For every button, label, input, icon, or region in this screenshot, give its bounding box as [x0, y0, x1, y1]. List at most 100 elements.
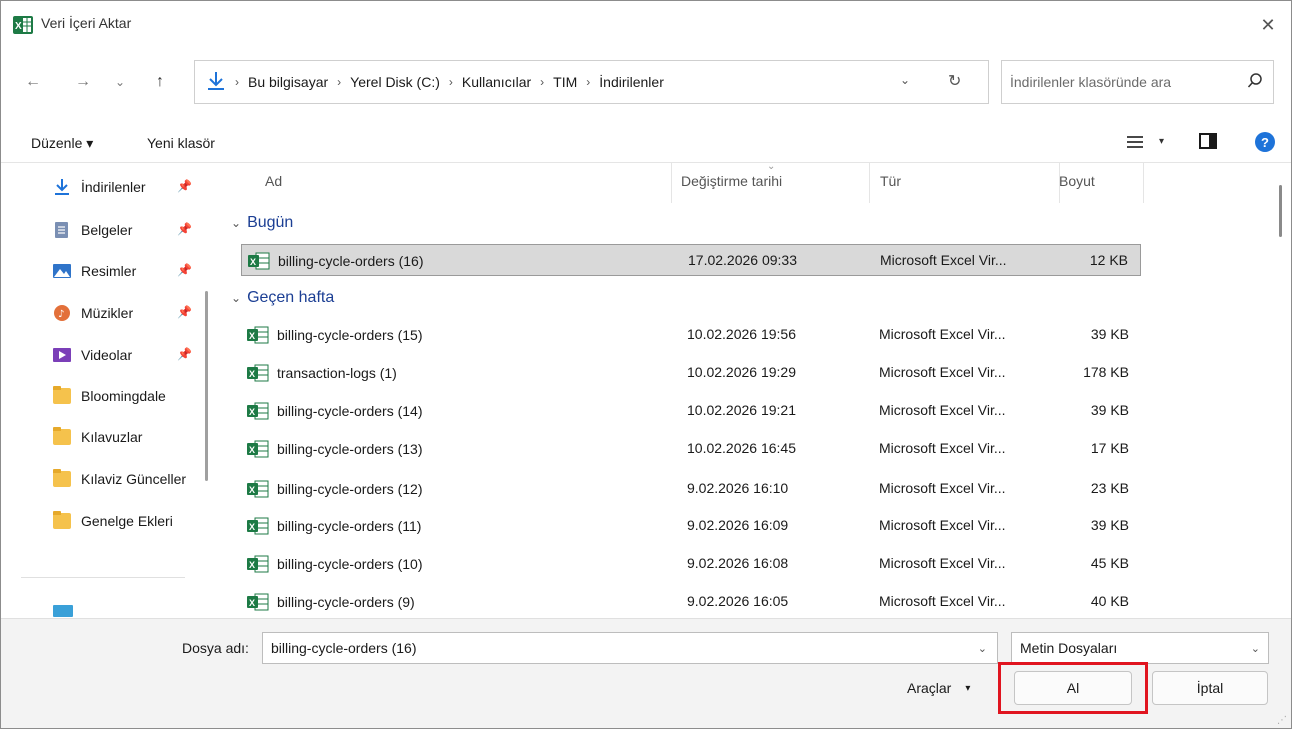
file-list-scrollbar[interactable] [1279, 185, 1282, 237]
chevron-down-icon: ⌄ [231, 216, 242, 230]
sidebar-item-kilavuzlar[interactable]: Kılavuzlar [53, 425, 203, 449]
sidebar-scrollbar[interactable] [205, 291, 208, 481]
arrow-left-icon: ← [25, 73, 41, 90]
filetype-select[interactable]: Metin Dosyaları ⌄ [1011, 632, 1269, 664]
sidebar-item-bloomingdale[interactable]: Bloomingdale [53, 384, 203, 408]
file-row[interactable]: X billing-cycle-orders (15) 10.02.2026 1… [241, 319, 1141, 351]
preview-pane-icon[interactable] [1199, 133, 1217, 149]
tools-label: Araçlar [907, 680, 952, 696]
view-caret-icon[interactable]: ▾ [1159, 136, 1164, 147]
search-icon [1247, 73, 1262, 88]
breadcrumb-local-disk[interactable]: Yerel Disk (C:) [350, 74, 440, 90]
excel-file-icon: X [247, 555, 269, 573]
close-button[interactable]: ✕ [1245, 1, 1291, 49]
file-type: Microsoft Excel Vir... [879, 593, 1006, 609]
file-row[interactable]: X transaction-logs (1) 10.02.2026 19:29 … [241, 357, 1141, 389]
sidebar-item-label: Belgeler [81, 222, 133, 238]
arrow-right-icon: → [75, 73, 91, 90]
column-header-size[interactable]: Boyut [1059, 173, 1095, 189]
sort-indicator-icon: ⌄ [767, 163, 776, 172]
address-bar[interactable]: › Bu bilgisayar › Yerel Disk (C:) › Kull… [194, 60, 989, 104]
file-size: 40 KB [1090, 593, 1129, 609]
file-name: billing-cycle-orders (11) [277, 518, 422, 534]
excel-file-icon: X [247, 402, 269, 420]
sidebar-item-label: Kılavuzlar [81, 429, 143, 445]
group-header-today[interactable]: ⌄ Bugün [231, 211, 293, 235]
breadcrumb: › Bu bilgisayar › Yerel Disk (C:) › Kull… [235, 74, 664, 90]
refresh-icon[interactable]: ↻ [948, 71, 961, 91]
tools-menu-button[interactable]: Araçlar ▾ [907, 680, 970, 696]
column-header-type[interactable]: Tür [880, 173, 901, 189]
excel-file-icon: X [247, 364, 269, 382]
highlight-box [998, 662, 1148, 714]
file-size: 45 KB [1090, 555, 1129, 571]
svg-text:X: X [249, 598, 255, 608]
breadcrumb-users[interactable]: Kullanıcılar [462, 74, 531, 90]
breadcrumb-user[interactable]: TIM [553, 74, 577, 90]
forward-button[interactable]: → [70, 69, 96, 95]
excel-file-icon: X [247, 480, 269, 498]
file-row[interactable]: X billing-cycle-orders (11) 9.02.2026 16… [241, 510, 1141, 542]
arrow-up-icon: ↑ [156, 73, 164, 90]
svg-text:♪: ♪ [58, 309, 64, 320]
address-dropdown-icon[interactable]: ⌄ [900, 73, 910, 87]
file-size: 23 KB [1090, 480, 1129, 496]
file-list: Ad ⌄ Değiştirme tarihi Tür Boyut ⌄ Bugün… [221, 163, 1291, 618]
breadcrumb-separator: › [337, 75, 342, 89]
sidebar-item-label: Müzikler [81, 305, 134, 321]
column-header-name[interactable]: Ad [265, 173, 282, 189]
file-row[interactable]: X billing-cycle-orders (9) 9.02.2026 16:… [241, 586, 1141, 618]
file-row[interactable]: X billing-cycle-orders (10) 9.02.2026 16… [241, 548, 1141, 580]
file-row[interactable]: X billing-cycle-orders (14) 10.02.2026 1… [241, 395, 1141, 427]
breadcrumb-downloads[interactable]: İndirilenler [599, 74, 664, 90]
column-header-modified[interactable]: Değiştirme tarihi [681, 173, 782, 189]
sidebar-item-kilaviz-guncelleme[interactable]: Kılaviz Günceller [53, 467, 195, 491]
back-button[interactable]: ← [20, 69, 46, 95]
organize-menu-button[interactable]: Düzenle ▾ [31, 135, 93, 152]
pin-icon: 📌 [177, 347, 192, 361]
chevron-down-icon[interactable]: ⌄ [978, 642, 987, 655]
sidebar-item-label: Bloomingdale [81, 388, 166, 404]
svg-text:X: X [249, 445, 255, 455]
file-date: 17.02.2026 09:33 [688, 252, 797, 268]
filename-field[interactable]: billing-cycle-orders (16) ⌄ [262, 632, 998, 664]
breadcrumb-separator: › [586, 75, 591, 89]
file-name-cell: X billing-cycle-orders (16) [248, 252, 424, 270]
file-type: Microsoft Excel Vir... [880, 252, 1007, 268]
file-name: billing-cycle-orders (9) [277, 594, 415, 610]
documents-icon [55, 222, 68, 238]
sidebar-item-label: Videolar [81, 347, 133, 363]
file-name: transaction-logs (1) [277, 365, 397, 381]
file-size: 39 KB [1090, 402, 1129, 418]
new-folder-button[interactable]: Yeni klasör [147, 135, 215, 151]
file-name-cell: X billing-cycle-orders (12) [247, 480, 423, 498]
chevron-down-icon: ⌄ [1250, 643, 1260, 655]
view-options-icon[interactable] [1125, 133, 1145, 151]
recent-locations-button[interactable]: ⌄ [107, 69, 133, 95]
excel-file-icon: X [247, 440, 269, 458]
file-type: Microsoft Excel Vir... [879, 364, 1006, 380]
search-input[interactable]: İndirilenler klasöründe ara [1001, 60, 1274, 104]
file-row[interactable]: X billing-cycle-orders (16) 17.02.2026 0… [241, 244, 1141, 276]
help-icon[interactable]: ? [1255, 132, 1275, 152]
file-name-cell: X billing-cycle-orders (15) [247, 326, 423, 344]
pictures-icon [53, 264, 71, 278]
filetype-value: Metin Dosyaları [1020, 640, 1118, 656]
group-header-last-week[interactable]: ⌄ Geçen hafta [231, 286, 334, 310]
column-separator[interactable] [869, 163, 870, 203]
breadcrumb-this-pc[interactable]: Bu bilgisayar [248, 74, 328, 90]
cancel-button[interactable]: İptal [1152, 671, 1268, 705]
excel-file-icon: X [247, 326, 269, 344]
up-button[interactable]: ↑ [147, 69, 173, 95]
file-name: billing-cycle-orders (13) [277, 441, 423, 457]
excel-file-icon: X [248, 252, 270, 270]
column-separator[interactable] [671, 163, 672, 203]
file-row[interactable]: X billing-cycle-orders (12) 9.02.2026 16… [241, 473, 1141, 505]
column-separator[interactable] [1143, 163, 1144, 203]
file-row[interactable]: X billing-cycle-orders (13) 10.02.2026 1… [241, 433, 1141, 465]
file-date: 10.02.2026 16:45 [687, 440, 796, 456]
sidebar-item-genelge-ekleri[interactable]: Genelge Ekleri [53, 509, 203, 533]
pin-icon: 📌 [177, 263, 192, 277]
resize-grip-icon[interactable]: ⋰ [1277, 715, 1287, 726]
import-data-dialog: X Veri İçeri Aktar ✕ ← → ⌄ ↑ › Bu bilgis… [0, 0, 1292, 729]
